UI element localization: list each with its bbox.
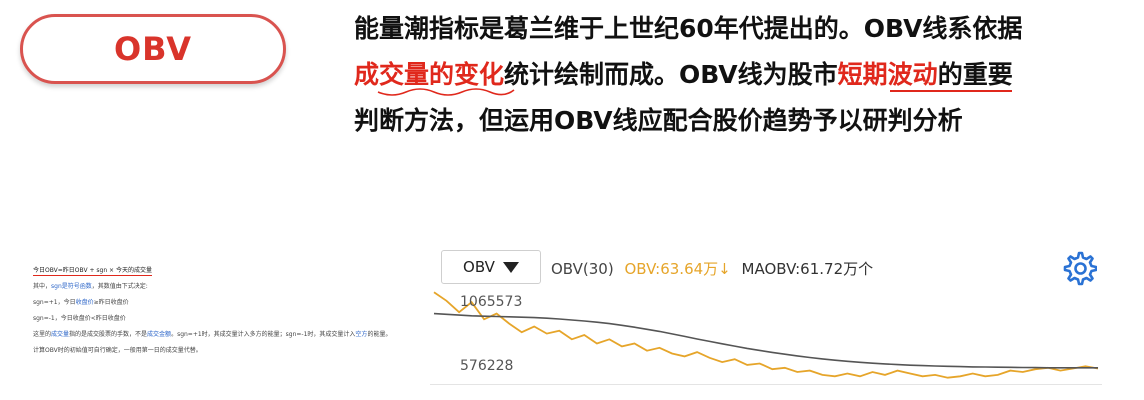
headline-line-1: 能量潮指标是葛兰维于上世纪60年代提出的。OBV线系依据 <box>354 14 1023 43</box>
obv-formula: 今日OBV=昨日OBV + sgn × 今天的成交量 <box>33 267 152 276</box>
indicator-param: OBV(30) <box>551 260 614 278</box>
doc-note: 其中，sgn是符号函数，其数值由下式决定: <box>33 282 393 291</box>
headline: 能量潮指标是葛兰维于上世纪60年代提出的。OBV线系依据 成交量的变化统计绘制而… <box>354 6 1134 144</box>
doc-case-1-suffix: ≥昨日收盘价 <box>93 299 129 306</box>
obv-chart <box>433 291 1099 379</box>
doc-case-1: sgn=+1，今日收盘价≥昨日收盘价 <box>33 298 393 307</box>
indicator-legend: OBV(30) OBV:63.64万↓ MAOBV:61.72万个 <box>551 258 873 279</box>
doc-note-suffix: ，其数值由下式决定: <box>91 283 148 290</box>
obv-title-badge: OBV <box>20 14 286 84</box>
doc-para-rest: 。sgn=+1时，其成交量计入多方的能量；sgn=-1时，其成交量计入 <box>171 331 356 338</box>
y-tick-bottom: 576228 <box>460 358 514 374</box>
y-tick-top: 1065573 <box>460 294 523 310</box>
straight-underline <box>890 90 1012 92</box>
doc-paragraph: 这里的成交量指的是成交股票的手数，不是成交金额。sgn=+1时，其成交量计入多方… <box>33 330 393 339</box>
doc-case-1-prefix: sgn=+1，今日 <box>33 299 76 306</box>
bear-side-link[interactable]: 空方 <box>355 331 367 338</box>
maobv-series-line <box>433 312 1098 369</box>
obv-series-line <box>433 291 1099 379</box>
volume-link[interactable]: 成交量 <box>51 331 69 338</box>
doc-para-prefix: 这里的 <box>33 331 52 338</box>
formula-document: 今日OBV=昨日OBV + sgn × 今天的成交量 其中，sgn是符号函数，其… <box>33 266 393 362</box>
indicator-select[interactable]: OBV <box>441 250 541 284</box>
indicator-select-label: OBV <box>463 258 495 276</box>
indicator-toolbar: OBV OBV(30) OBV:63.64万↓ MAOBV:61.72万个 <box>441 250 1101 286</box>
badge-label: OBV <box>113 30 193 68</box>
sgn-link[interactable]: sgn是符号函数 <box>51 283 92 290</box>
doc-para-mid: 指的是成交股票的手数，不是 <box>69 331 148 338</box>
obv-value: OBV:63.64万↓ <box>624 260 731 278</box>
doc-final: 计算OBV时的初始值可自行确定，一般用第一日的成交量代替。 <box>33 347 202 354</box>
doc-para-end: 的能量。 <box>367 331 392 338</box>
close-price-link[interactable]: 收盘价 <box>76 299 94 306</box>
maobv-value: MAOBV:61.72万个 <box>741 260 874 278</box>
doc-note-prefix: 其中， <box>33 283 52 290</box>
gear-icon[interactable] <box>1061 250 1097 286</box>
turnover-link[interactable]: 成交金额 <box>147 331 171 338</box>
headline-line-3: 判断方法，但运用OBV线应配合股价趋势予以研判分析 <box>354 106 963 135</box>
caret-down-icon <box>502 261 519 273</box>
wavy-underline <box>377 88 515 96</box>
chart-baseline <box>430 384 1102 385</box>
doc-case-2: sgn=-1，今日收盘价<昨日收盘价 <box>33 315 126 322</box>
